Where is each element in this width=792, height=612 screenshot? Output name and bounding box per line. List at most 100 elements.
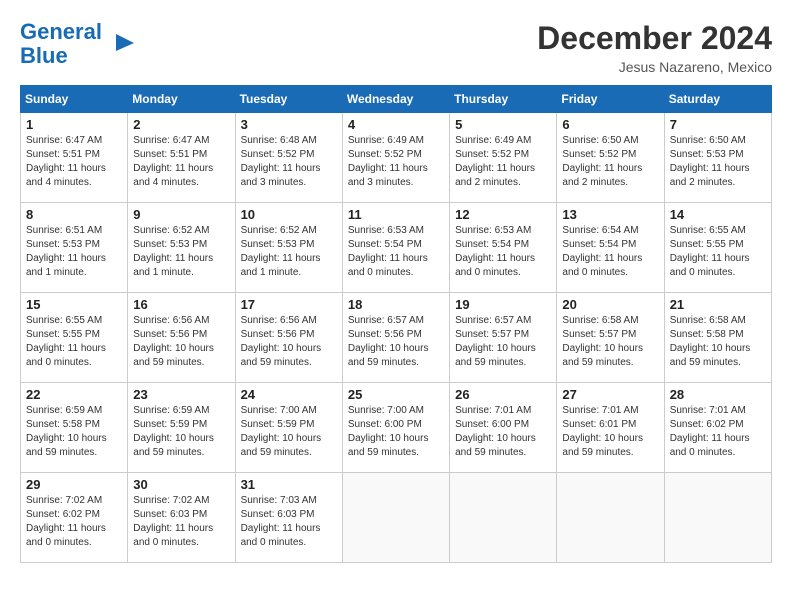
cell-day-number: 22 — [26, 387, 122, 402]
cell-info: Sunrise: 6:56 AMSunset: 5:56 PMDaylight:… — [241, 314, 337, 370]
calendar-week-row: 15 Sunrise: 6:55 AMSunset: 5:55 PMDayligh… — [21, 293, 772, 383]
title-block: December 2024 Jesus Nazareno, Mexico — [537, 20, 772, 75]
cell-info: Sunrise: 7:03 AMSunset: 6:03 PMDaylight:… — [241, 494, 337, 550]
cell-info: Sunrise: 6:48 AMSunset: 5:52 PMDaylight:… — [241, 134, 337, 190]
calendar-cell: 9 Sunrise: 6:52 AMSunset: 5:53 PMDaylight… — [128, 203, 235, 293]
cell-info: Sunrise: 6:52 AMSunset: 5:53 PMDaylight:… — [241, 224, 337, 280]
cell-day-number: 15 — [26, 297, 122, 312]
calendar-cell: 4 Sunrise: 6:49 AMSunset: 5:52 PMDaylight… — [342, 113, 449, 203]
calendar-cell: 12 Sunrise: 6:53 AMSunset: 5:54 PMDayligh… — [450, 203, 557, 293]
cell-info: Sunrise: 6:56 AMSunset: 5:56 PMDaylight:… — [133, 314, 229, 370]
calendar-cell: 5 Sunrise: 6:49 AMSunset: 5:52 PMDaylight… — [450, 113, 557, 203]
cell-day-number: 19 — [455, 297, 551, 312]
calendar-table: SundayMondayTuesdayWednesdayThursdayFrid… — [20, 85, 772, 563]
cell-info: Sunrise: 7:01 AMSunset: 6:00 PMDaylight:… — [455, 404, 551, 460]
logo: General Blue — [20, 20, 136, 68]
cell-day-number: 21 — [670, 297, 766, 312]
calendar-cell: 23 Sunrise: 6:59 AMSunset: 5:59 PMDayligh… — [128, 383, 235, 473]
cell-day-number: 24 — [241, 387, 337, 402]
cell-info: Sunrise: 7:02 AMSunset: 6:03 PMDaylight:… — [133, 494, 229, 550]
cell-day-number: 26 — [455, 387, 551, 402]
cell-info: Sunrise: 6:50 AMSunset: 5:53 PMDaylight:… — [670, 134, 766, 190]
calendar-cell: 31 Sunrise: 7:03 AMSunset: 6:03 PMDayligh… — [235, 473, 342, 563]
calendar-cell — [342, 473, 449, 563]
calendar-cell: 2 Sunrise: 6:47 AMSunset: 5:51 PMDaylight… — [128, 113, 235, 203]
cell-day-number: 13 — [562, 207, 658, 222]
cell-info: Sunrise: 6:59 AMSunset: 5:58 PMDaylight:… — [26, 404, 122, 460]
calendar-cell: 22 Sunrise: 6:59 AMSunset: 5:58 PMDayligh… — [21, 383, 128, 473]
cell-day-number: 11 — [348, 207, 444, 222]
cell-day-number: 23 — [133, 387, 229, 402]
cell-info: Sunrise: 6:47 AMSunset: 5:51 PMDaylight:… — [133, 134, 229, 190]
cell-day-number: 31 — [241, 477, 337, 492]
calendar-header-tuesday: Tuesday — [235, 86, 342, 113]
calendar-cell: 18 Sunrise: 6:57 AMSunset: 5:56 PMDayligh… — [342, 293, 449, 383]
cell-info: Sunrise: 7:01 AMSunset: 6:01 PMDaylight:… — [562, 404, 658, 460]
calendar-week-row: 8Sunrise: 6:51 AMSunset: 5:53 PMDaylight… — [21, 203, 772, 293]
cell-info: Sunrise: 6:53 AMSunset: 5:54 PMDaylight:… — [455, 224, 551, 280]
cell-day-number: 17 — [241, 297, 337, 312]
cell-info: Sunrise: 6:52 AMSunset: 5:53 PMDaylight:… — [133, 224, 229, 280]
calendar-cell: 20 Sunrise: 6:58 AMSunset: 5:57 PMDayligh… — [557, 293, 664, 383]
calendar-cell: 8Sunrise: 6:51 AMSunset: 5:53 PMDaylight… — [21, 203, 128, 293]
cell-info: Sunrise: 6:47 AMSunset: 5:51 PMDaylight:… — [26, 134, 122, 190]
calendar-cell: 1 Sunrise: 6:47 AMSunset: 5:51 PMDaylight… — [21, 113, 128, 203]
cell-info: Sunrise: 6:59 AMSunset: 5:59 PMDaylight:… — [133, 404, 229, 460]
page-header: General Blue December 2024 Jesus Nazaren… — [20, 20, 772, 75]
location-title: Jesus Nazareno, Mexico — [537, 59, 772, 75]
cell-info: Sunrise: 6:55 AMSunset: 5:55 PMDaylight:… — [670, 224, 766, 280]
calendar-cell: 19 Sunrise: 6:57 AMSunset: 5:57 PMDayligh… — [450, 293, 557, 383]
calendar-cell — [557, 473, 664, 563]
cell-day-number: 25 — [348, 387, 444, 402]
calendar-cell: 14Sunrise: 6:55 AMSunset: 5:55 PMDayligh… — [664, 203, 771, 293]
cell-day-number: 7 — [670, 117, 766, 132]
cell-day-number: 12 — [455, 207, 551, 222]
cell-info: Sunrise: 6:58 AMSunset: 5:58 PMDaylight:… — [670, 314, 766, 370]
calendar-week-row: 1 Sunrise: 6:47 AMSunset: 5:51 PMDaylight… — [21, 113, 772, 203]
calendar-cell: 13Sunrise: 6:54 AMSunset: 5:54 PMDayligh… — [557, 203, 664, 293]
cell-info: Sunrise: 6:57 AMSunset: 5:56 PMDaylight:… — [348, 314, 444, 370]
cell-info: Sunrise: 7:02 AMSunset: 6:02 PMDaylight:… — [26, 494, 122, 550]
calendar-header-sunday: Sunday — [21, 86, 128, 113]
calendar-cell: 25 Sunrise: 7:00 AMSunset: 6:00 PMDayligh… — [342, 383, 449, 473]
calendar-cell — [450, 473, 557, 563]
cell-info: Sunrise: 6:53 AMSunset: 5:54 PMDaylight:… — [348, 224, 444, 280]
cell-day-number: 4 — [348, 117, 444, 132]
cell-info: Sunrise: 6:49 AMSunset: 5:52 PMDaylight:… — [348, 134, 444, 190]
calendar-header-monday: Monday — [128, 86, 235, 113]
cell-info: Sunrise: 6:58 AMSunset: 5:57 PMDaylight:… — [562, 314, 658, 370]
cell-day-number: 2 — [133, 117, 229, 132]
calendar-cell: 24 Sunrise: 7:00 AMSunset: 5:59 PMDayligh… — [235, 383, 342, 473]
cell-day-number: 29 — [26, 477, 122, 492]
cell-info: Sunrise: 6:57 AMSunset: 5:57 PMDaylight:… — [455, 314, 551, 370]
cell-day-number: 28 — [670, 387, 766, 402]
cell-day-number: 20 — [562, 297, 658, 312]
calendar-cell: 10 Sunrise: 6:52 AMSunset: 5:53 PMDayligh… — [235, 203, 342, 293]
cell-day-number: 10 — [241, 207, 337, 222]
cell-info: Sunrise: 7:00 AMSunset: 5:59 PMDaylight:… — [241, 404, 337, 460]
calendar-header-row: SundayMondayTuesdayWednesdayThursdayFrid… — [21, 86, 772, 113]
calendar-cell: 30 Sunrise: 7:02 AMSunset: 6:03 PMDayligh… — [128, 473, 235, 563]
calendar-cell: 7 Sunrise: 6:50 AMSunset: 5:53 PMDaylight… — [664, 113, 771, 203]
calendar-cell: 17 Sunrise: 6:56 AMSunset: 5:56 PMDayligh… — [235, 293, 342, 383]
cell-info: Sunrise: 6:50 AMSunset: 5:52 PMDaylight:… — [562, 134, 658, 190]
logo-icon — [106, 29, 136, 59]
calendar-cell — [664, 473, 771, 563]
cell-day-number: 3 — [241, 117, 337, 132]
calendar-cell: 28 Sunrise: 7:01 AMSunset: 6:02 PMDayligh… — [664, 383, 771, 473]
calendar-week-row: 29 Sunrise: 7:02 AMSunset: 6:02 PMDayligh… — [21, 473, 772, 563]
cell-day-number: 18 — [348, 297, 444, 312]
cell-info: Sunrise: 6:49 AMSunset: 5:52 PMDaylight:… — [455, 134, 551, 190]
month-title: December 2024 — [537, 20, 772, 57]
logo-text: General Blue — [20, 20, 102, 68]
cell-info: Sunrise: 7:01 AMSunset: 6:02 PMDaylight:… — [670, 404, 766, 460]
calendar-header-wednesday: Wednesday — [342, 86, 449, 113]
calendar-header-saturday: Saturday — [664, 86, 771, 113]
cell-day-number: 5 — [455, 117, 551, 132]
cell-day-number: 9 — [133, 207, 229, 222]
cell-info: Sunrise: 6:55 AMSunset: 5:55 PMDaylight:… — [26, 314, 122, 370]
calendar-cell: 29 Sunrise: 7:02 AMSunset: 6:02 PMDayligh… — [21, 473, 128, 563]
cell-info: Sunrise: 7:00 AMSunset: 6:00 PMDaylight:… — [348, 404, 444, 460]
cell-day-number: 30 — [133, 477, 229, 492]
cell-day-number: 1 — [26, 117, 122, 132]
